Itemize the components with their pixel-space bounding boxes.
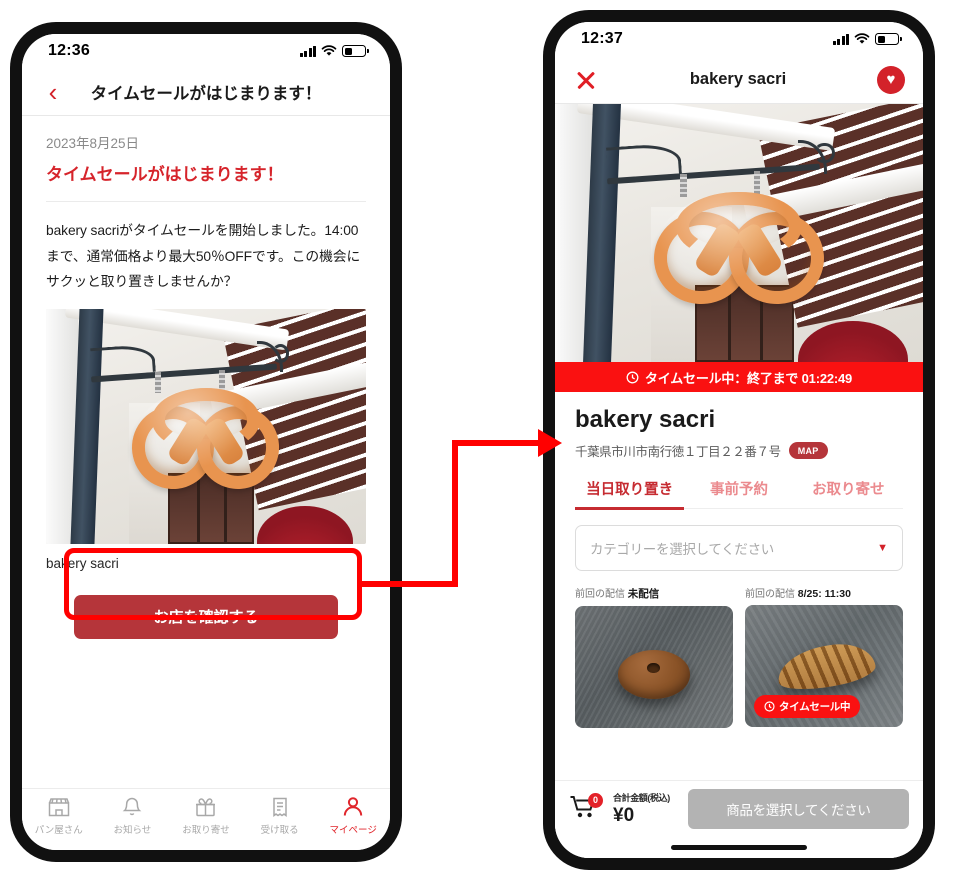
right-screen: 12:37 bakery sacri ♥ タイムセール中：終了まで 01:22:… [555, 22, 923, 858]
confirm-shop-button[interactable]: お店を確認する [74, 594, 338, 639]
heart-glyph: ♥ [886, 71, 896, 88]
notice-shop-name: bakery sacri [46, 555, 119, 571]
status-badge-time-sale: タイムセール中 [754, 695, 861, 718]
notice-date: 2023年8月25日 [46, 136, 140, 151]
shop-name: bakery sacri [575, 406, 716, 433]
sale-chip-text: タイムセール中 [779, 701, 851, 713]
wifi-icon [854, 33, 870, 44]
product-card[interactable]: 前回の配信 8/25: 11:30 タイムセール中 [745, 585, 903, 728]
product-grid: 前回の配信 未配信 前回の配信 8/25: 11:30 タイムセール中 [555, 571, 923, 728]
shop-address: 千葉県市川市南行徳１丁目２２番７号 [575, 445, 781, 459]
shop-content-spacer [555, 728, 923, 780]
product-meta: 前回の配信 8/25: 11:30 [745, 585, 903, 600]
left-screen: 12:36 ‹ タイムセールがはじまります！ 2023年8月25日 タイムセール… [22, 34, 390, 850]
notice-body-text: bakery sacriがタイムセールを開始しました。14:00まで、通常価格よ… [46, 223, 361, 290]
category-select[interactable]: カテゴリーを選択してください ▼ [575, 525, 903, 571]
page-title: bakery sacri [689, 70, 787, 88]
battery-icon [875, 33, 902, 45]
clock-icon [764, 701, 775, 712]
product-meta-value: 8/25: 11:30 [797, 588, 851, 600]
phone-right-shop-screen: 12:37 bakery sacri ♥ タイムセール中：終了まで 01:22:… [543, 10, 935, 870]
map-badge[interactable]: MAP [788, 442, 828, 459]
chevron-left-icon[interactable]: ‹ [40, 79, 66, 105]
sidebar-item-otoriyose[interactable]: お取り寄せ [169, 796, 243, 836]
gift-icon [196, 798, 216, 817]
time-sale-banner: タイムセール中：終了まで 01:22:49 [555, 362, 923, 392]
tab-label: 受け取る [260, 825, 299, 836]
signal-bars-icon [299, 45, 316, 57]
wifi-icon [321, 45, 337, 56]
status-time: 12:36 [48, 42, 90, 59]
heart-icon[interactable]: ♥ [877, 65, 905, 94]
bottom-tab-bar: パン屋さん お知らせ お取り寄せ 受け取る マイページ [22, 788, 390, 850]
close-x-icon[interactable] [573, 67, 599, 93]
shop-address-row: 千葉県市川市南行徳１丁目２２番７号 MAP [555, 434, 923, 460]
tab-label: パン屋さん [34, 825, 83, 836]
category-select-placeholder: カテゴリーを選択してください [590, 542, 774, 557]
cart-icon[interactable]: 0 [569, 792, 603, 824]
status-time: 12:37 [581, 30, 623, 47]
notice-photo [46, 308, 366, 544]
select-products-button[interactable]: 商品を選択してください [687, 788, 909, 829]
shop-hero-photo [555, 104, 923, 362]
status-icons [299, 45, 369, 57]
shop-tabs: 当日取り置き 事前予約 お取り寄せ [575, 478, 903, 510]
product-meta: 前回の配信 未配信 [575, 585, 733, 601]
sidebar-item-panyasan[interactable]: パン屋さん [22, 796, 96, 836]
right-nav-header: bakery sacri ♥ [555, 56, 923, 104]
tab-label: マイページ [329, 825, 377, 836]
cart-total-amount: ¥0 [613, 804, 635, 826]
sidebar-item-oshirase[interactable]: お知らせ [96, 796, 170, 836]
cta-wrapper: お店を確認する [22, 571, 390, 639]
tab-mail-order[interactable]: お取り寄せ [794, 478, 903, 508]
status-icons [832, 33, 902, 45]
notice-title: タイムセールがはじまります！ [46, 165, 284, 184]
receipt-icon [272, 797, 287, 817]
sidebar-item-mypage[interactable]: マイページ [316, 796, 390, 836]
clock-icon [626, 371, 639, 383]
sidebar-item-uketoru[interactable]: 受け取る [243, 796, 317, 836]
home-indicator [555, 836, 923, 858]
product-meta-label: 前回の配信 [575, 589, 625, 600]
product-photo-croissant: タイムセール中 [745, 605, 903, 727]
cart-amount: 合計金額(税込) ¥0 [613, 791, 670, 827]
product-card[interactable]: 前回の配信 未配信 [575, 585, 733, 728]
product-meta-label: 前回の配信 [745, 589, 795, 600]
tab-label: お知らせ [113, 825, 152, 836]
chevron-down-icon: ▼ [877, 542, 888, 554]
phone-left-notice-screen: 12:36 ‹ タイムセールがはじまります！ 2023年8月25日 タイムセール… [10, 22, 402, 862]
person-icon [343, 797, 363, 816]
product-photo-donut [575, 606, 733, 728]
bell-icon [123, 797, 142, 816]
tab-same-day-hold[interactable]: 当日取り置き [575, 478, 685, 510]
shop-body: タイムセール中：終了まで 01:22:49 bakery sacri 千葉県市川… [555, 104, 923, 858]
page-title: タイムセールがはじまります！ [90, 84, 322, 103]
signal-bars-icon [832, 33, 849, 45]
cart-total-label: 合計金額(税込) [613, 792, 670, 803]
tab-label: お取り寄せ [182, 825, 230, 836]
left-status-bar: 12:36 [22, 34, 390, 68]
cart-bar: 0 合計金額(税込) ¥0 商品を選択してください [555, 780, 923, 836]
notice-body: 2023年8月25日 タイムセールがはじまります！ bakery sacriがタ… [22, 116, 390, 788]
right-status-bar: 12:37 [555, 22, 923, 56]
product-meta-value: 未配信 [627, 588, 660, 600]
storefront-icon [48, 798, 70, 817]
left-nav-header: ‹ タイムセールがはじまります！ [22, 68, 390, 116]
tab-advance-reservation[interactable]: 事前予約 [684, 478, 793, 508]
sale-banner-text: タイムセール中：終了まで 01:22:49 [644, 370, 853, 386]
cart-count-badge: 0 [588, 792, 603, 808]
battery-icon [342, 45, 369, 57]
